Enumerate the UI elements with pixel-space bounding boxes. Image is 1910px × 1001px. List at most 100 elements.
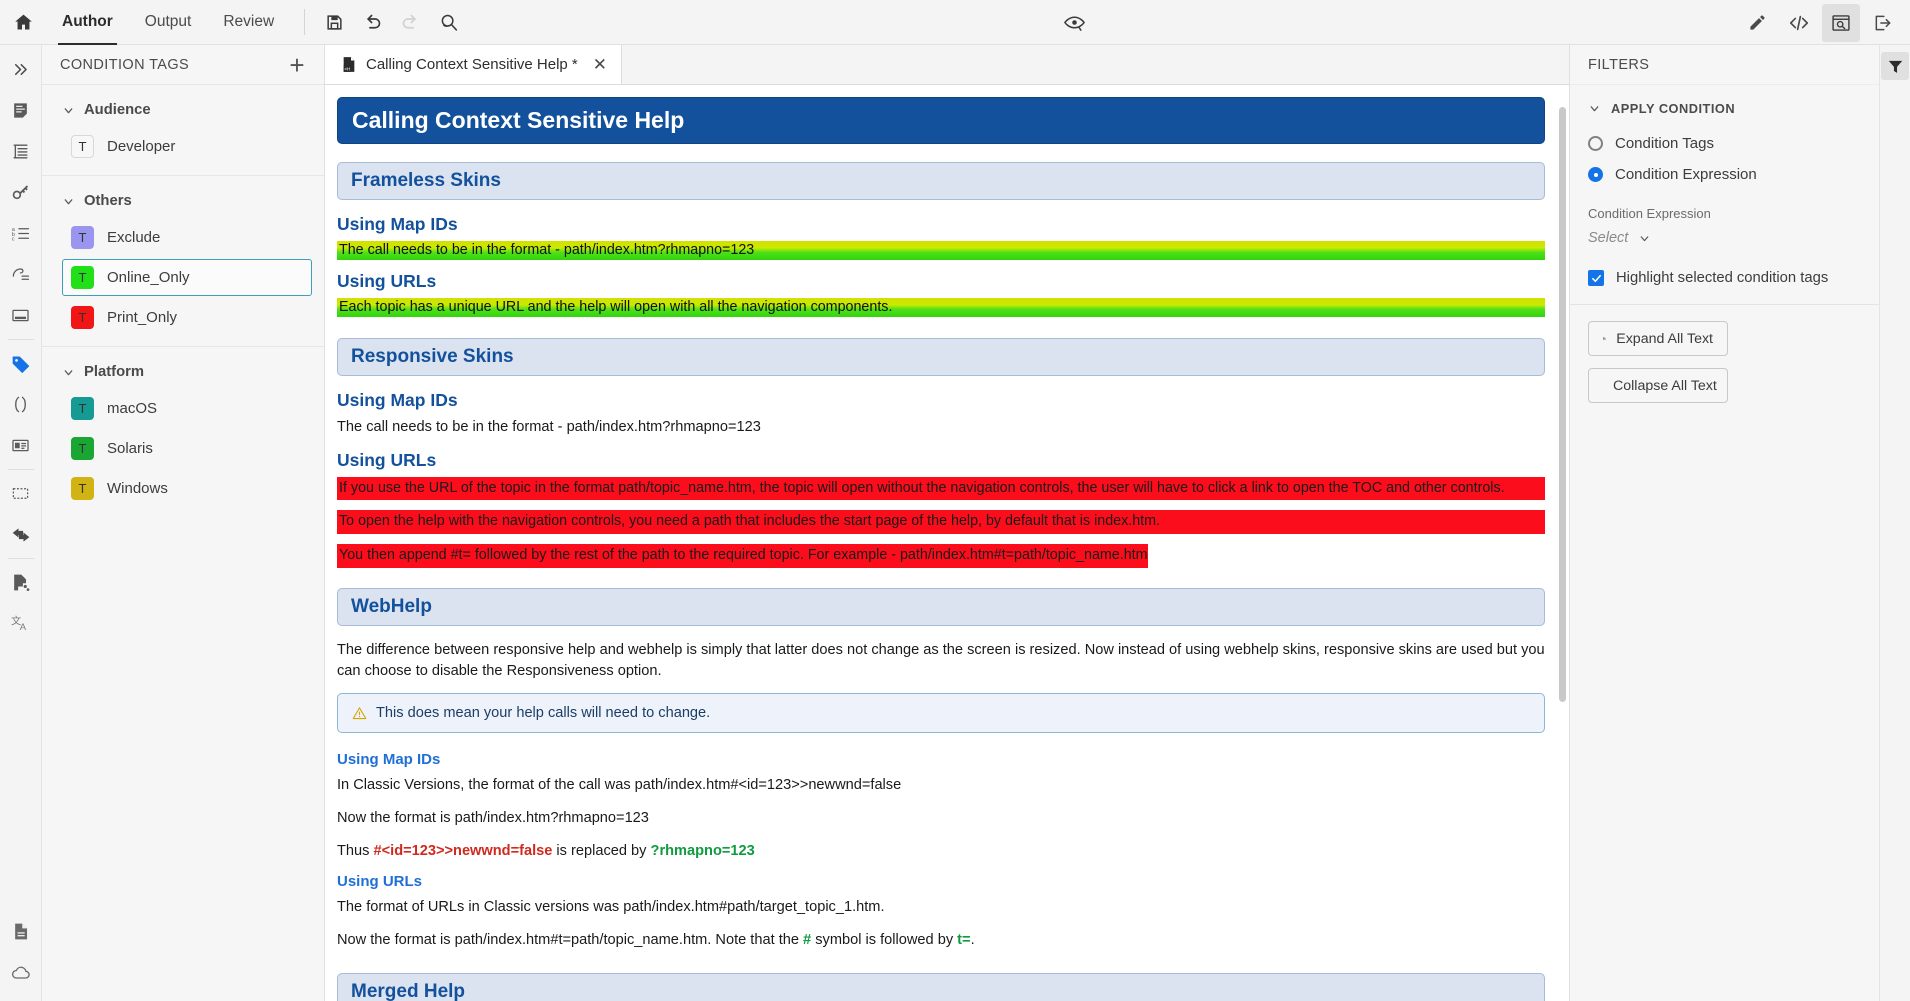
right-icon-rail bbox=[1879, 45, 1910, 1001]
radio-condition-tags[interactable]: Condition Tags bbox=[1570, 128, 1879, 159]
document-tab-strip: <H Calling Context Sensitive Help * ✕ bbox=[325, 45, 1569, 85]
preview-window-icon[interactable] bbox=[1822, 3, 1860, 42]
tag-group-platform-header[interactable]: Platform bbox=[42, 357, 324, 387]
reports-icon[interactable] bbox=[0, 562, 42, 603]
glossary-icon[interactable]: a b c bbox=[0, 213, 42, 254]
tag-label: Exclude bbox=[107, 229, 161, 246]
menu-tab-author-label: Author bbox=[62, 13, 113, 30]
tag-swatch: T bbox=[71, 226, 94, 249]
document-scroll-container[interactable]: Calling Context Sensitive Help Frameless… bbox=[325, 85, 1569, 1001]
vertical-scrollbar[interactable] bbox=[1559, 107, 1566, 702]
collapse-all-text-button[interactable]: Collapse All Text bbox=[1588, 368, 1728, 403]
snippets-icon[interactable] bbox=[0, 254, 42, 295]
expand-all-text-button[interactable]: Expand All Text bbox=[1588, 321, 1728, 356]
note-text: This does mean your help calls will need… bbox=[376, 705, 711, 722]
radio-condition-expression[interactable]: Condition Expression bbox=[1570, 159, 1879, 190]
chevron-down-icon bbox=[1590, 106, 1599, 112]
preview-eye-icon[interactable] bbox=[1055, 4, 1093, 42]
master-page-icon[interactable] bbox=[0, 295, 42, 336]
expand-all-text-label: Expand All Text bbox=[1616, 330, 1713, 347]
code-view-icon[interactable] bbox=[1780, 4, 1818, 42]
home-icon[interactable] bbox=[0, 0, 46, 45]
tag-item-print-only[interactable]: T Print_Only bbox=[62, 299, 312, 336]
tag-item-windows[interactable]: T Windows bbox=[62, 470, 312, 507]
page-title: Calling Context Sensitive Help bbox=[337, 97, 1545, 144]
condition-expression-field-label: Condition Expression bbox=[1588, 206, 1711, 221]
tag-item-online-only[interactable]: T Online_Only bbox=[62, 259, 312, 296]
tag-group-others-header[interactable]: Others bbox=[42, 186, 324, 216]
tag-swatch: T bbox=[71, 135, 94, 158]
paragraph-thus-replacement: Thus #<id=123>>newwnd=false is replaced … bbox=[337, 841, 1545, 862]
condition-tags-title: CONDITION TAGS bbox=[60, 56, 190, 73]
tag-item-developer[interactable]: T Developer bbox=[62, 128, 312, 165]
condition-expression-select[interactable]: Select bbox=[1570, 226, 1879, 250]
filters-title: FILTERS bbox=[1588, 56, 1650, 73]
tag-item-solaris[interactable]: T Solaris bbox=[62, 430, 312, 467]
variables-icon[interactable] bbox=[0, 384, 42, 425]
index-key-icon[interactable] bbox=[0, 172, 42, 213]
document-tab[interactable]: <H Calling Context Sensitive Help * ✕ bbox=[325, 45, 623, 84]
find-replace-icon[interactable] bbox=[429, 3, 467, 41]
preview-eye-group bbox=[1055, 0, 1093, 45]
filter-funnel-icon[interactable] bbox=[1881, 52, 1909, 80]
tag-label: Solaris bbox=[107, 440, 153, 457]
edit-pencil-icon[interactable] bbox=[1738, 4, 1776, 42]
menu-tab-review-label: Review bbox=[223, 13, 275, 30]
styles-icon[interactable] bbox=[0, 425, 42, 466]
collapse-all-text-label: Collapse All Text bbox=[1613, 377, 1717, 394]
radio-button bbox=[1588, 136, 1603, 151]
urls-prefix: Now the format is path/index.htm#t=path/… bbox=[337, 932, 804, 949]
highlighted-text-red-3: You then append #t= followed by the rest… bbox=[337, 544, 1148, 568]
tag-label: Print_Only bbox=[107, 309, 178, 326]
paragraph-classic-urls: The format of URLs in Classic versions w… bbox=[337, 899, 885, 916]
subheading-using-urls-2: Using URLs bbox=[337, 449, 437, 470]
svg-text:<H: <H bbox=[344, 67, 350, 72]
save-icon[interactable] bbox=[315, 3, 353, 41]
subheading-webhelp-urls: Using URLs bbox=[337, 873, 423, 891]
menu-tab-review[interactable]: Review bbox=[207, 0, 290, 45]
tag-group-platform: Platform T macOS T Solaris T Windows bbox=[42, 346, 324, 507]
toc-icon[interactable] bbox=[0, 131, 42, 172]
svg-text:c: c bbox=[12, 237, 15, 243]
cloud-icon[interactable] bbox=[0, 952, 42, 993]
close-icon[interactable]: ✕ bbox=[593, 56, 607, 73]
subheading-using-map-ids-1: Using Map IDs bbox=[337, 214, 458, 234]
tag-item-macos[interactable]: T macOS bbox=[62, 390, 312, 427]
chevron-down-icon bbox=[64, 369, 73, 375]
menu-tab-author[interactable]: Author bbox=[46, 0, 129, 45]
tag-item-exclude[interactable]: T Exclude bbox=[62, 219, 312, 256]
undo-icon[interactable] bbox=[353, 3, 391, 41]
tag-label: Online_Only bbox=[107, 269, 190, 286]
top-right-tools bbox=[1738, 0, 1902, 45]
apply-condition-header[interactable]: APPLY CONDITION bbox=[1570, 85, 1879, 128]
code-old-format: #<id=123>>newwnd=false bbox=[373, 842, 553, 859]
add-condition-tag-button[interactable]: + bbox=[284, 52, 310, 78]
radio-button-selected bbox=[1588, 167, 1603, 182]
redo-icon[interactable] bbox=[391, 3, 429, 41]
condition-tags-icon[interactable] bbox=[0, 343, 42, 384]
main-menu-tabs: Author Output Review bbox=[46, 0, 290, 45]
rail-divider bbox=[7, 339, 34, 340]
code-hash-symbol: # bbox=[803, 932, 812, 949]
chevron-down-icon bbox=[1640, 235, 1649, 241]
subheading-using-map-ids-2: Using Map IDs bbox=[337, 390, 458, 410]
highlight-condition-tags-checkbox[interactable]: Highlight selected condition tags bbox=[1570, 250, 1879, 304]
map-id-icon[interactable] bbox=[0, 514, 42, 555]
filters-divider bbox=[1570, 304, 1879, 305]
browse-sequence-icon[interactable] bbox=[0, 473, 42, 514]
open-external-icon[interactable] bbox=[1864, 4, 1902, 42]
thus-middle: is replaced by bbox=[552, 842, 651, 859]
files-icon[interactable] bbox=[0, 911, 42, 952]
topics-icon[interactable] bbox=[0, 90, 42, 131]
tag-swatch: T bbox=[71, 437, 94, 460]
translation-icon[interactable]: 文A bbox=[0, 603, 42, 644]
section-heading-frameless-skins: Frameless Skins bbox=[337, 162, 1545, 200]
chevron-double-right-icon[interactable] bbox=[0, 49, 42, 90]
highlighted-text-green-1: The call needs to be in the format - pat… bbox=[337, 241, 1545, 260]
tag-group-audience-header[interactable]: Audience bbox=[42, 95, 324, 125]
menu-tab-output-label: Output bbox=[144, 13, 192, 30]
menu-tab-output[interactable]: Output bbox=[129, 0, 208, 45]
highlight-condition-tags-label: Highlight selected condition tags bbox=[1616, 270, 1829, 286]
